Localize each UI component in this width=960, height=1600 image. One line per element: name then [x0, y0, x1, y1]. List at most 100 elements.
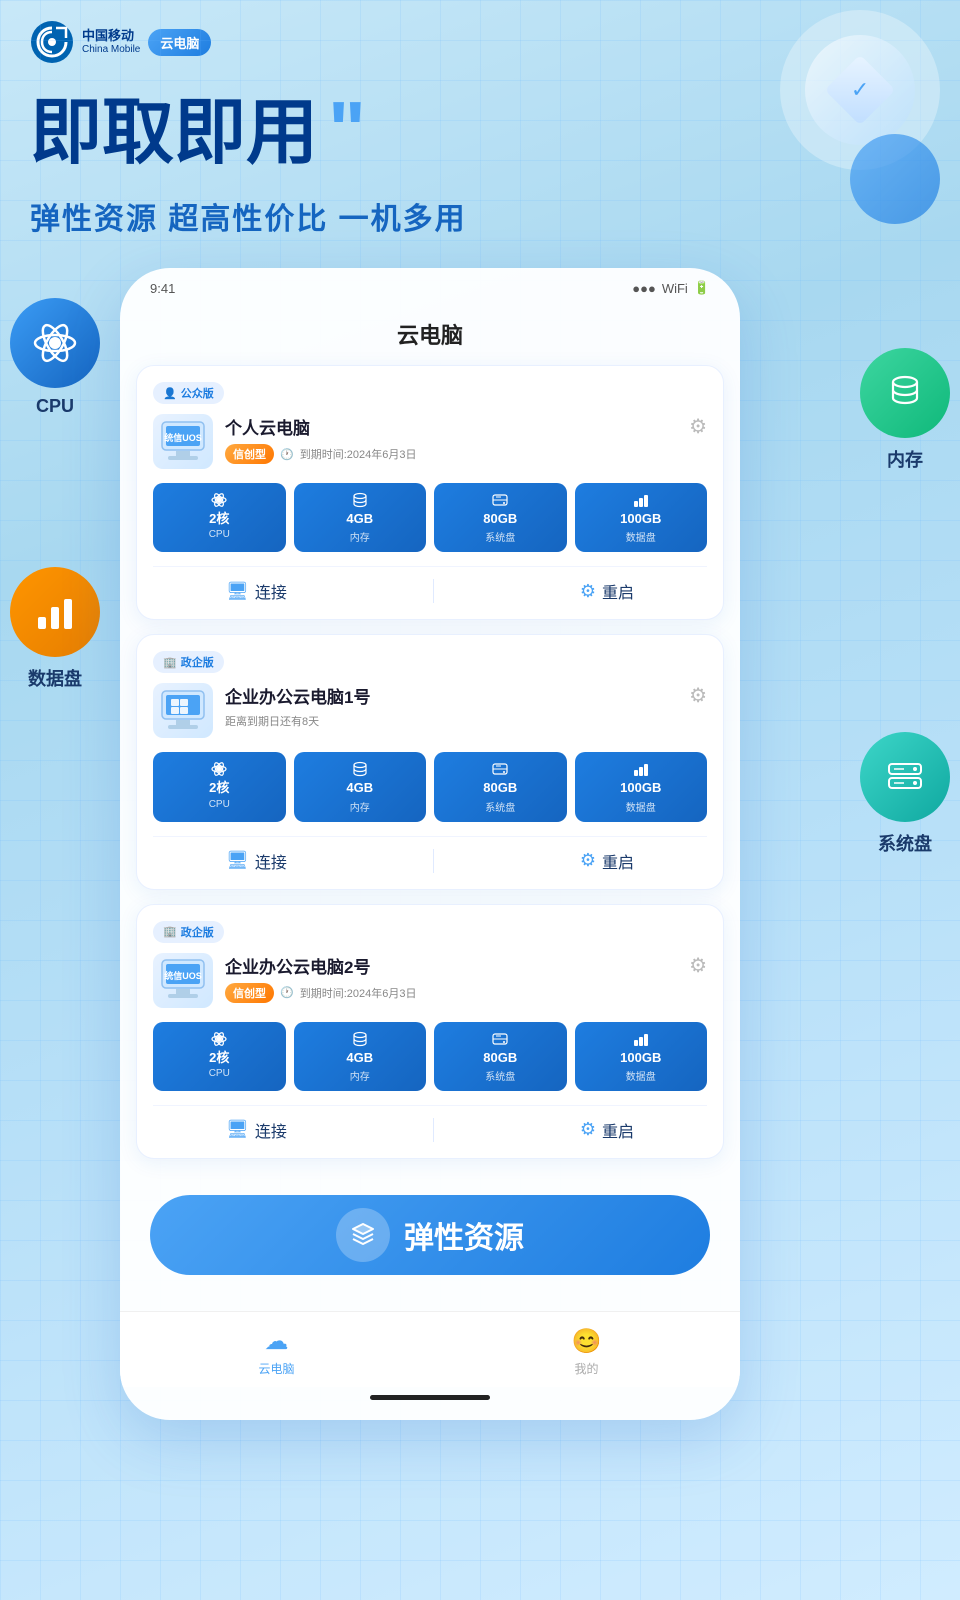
type-badge-1: 信创型	[225, 444, 274, 464]
nav-cloud-pc[interactable]: ☁ 云电脑	[259, 1327, 295, 1377]
card-badge-1: 👤 公众版	[153, 382, 224, 404]
wifi-icon: WiFi	[662, 281, 688, 296]
card-info-3: 企业办公云电脑2号 信创型 🕐 到期时间:2024年6月3日	[225, 953, 416, 1003]
expire-text-1: 到期时间:2024年6月3日	[300, 446, 417, 462]
connect-label-3: 连接	[255, 1118, 287, 1142]
float-icons-right: 内存 系统盘	[860, 348, 950, 886]
spec-sys-1: 80GB 系统盘	[434, 483, 567, 552]
spec-mem-3: 4GB 内存	[294, 1022, 427, 1091]
phone-status-bar: 9:41 ●●● WiFi 🔋	[120, 268, 740, 308]
connect-label-2: 连接	[255, 849, 287, 873]
spec-data-1: 100GB 数据盘	[575, 483, 708, 552]
memory-float-item: 内存	[860, 348, 950, 472]
action-row-1: 🖥 连接 ⚙ 重启	[153, 566, 707, 603]
pc-icon-1: 统信UOS	[153, 414, 213, 469]
specs-row-1: 2核 CPU 4GB 内存	[153, 483, 707, 552]
layers-icon	[347, 1219, 379, 1251]
type-badge-3: 信创型	[225, 983, 274, 1003]
card-meta-3: 信创型 🕐 到期时间:2024年6月3日	[225, 983, 416, 1003]
china-mobile-logo	[30, 20, 74, 64]
spec-sys-val-2: 80GB	[483, 781, 517, 795]
spec-db-icon-1	[351, 491, 369, 509]
spec-chart-icon-2	[632, 760, 650, 778]
card-meta-1: 信创型 🕐 到期时间:2024年6月3日	[225, 444, 416, 464]
brand-en: China Mobile	[82, 44, 140, 56]
cloud-nav-icon: ☁	[265, 1327, 289, 1356]
card-name-1: 个人云电脑	[225, 414, 416, 439]
sysdisk-float-item: 系统盘	[860, 732, 950, 856]
datadisk-label: 数据盘	[28, 665, 82, 691]
datadisk-icon-circle	[10, 567, 100, 657]
nav-mine[interactable]: 😊 我的	[572, 1327, 602, 1377]
header: 中国移动 China Mobile 云电脑 ✓	[0, 0, 960, 84]
connect-icon-2: 🖥	[226, 850, 249, 871]
battery-icon: 🔋	[694, 280, 710, 296]
spec-sys-lbl-1: 系统盘	[485, 529, 515, 544]
restart-btn-3[interactable]: ⚙ 重启	[580, 1118, 634, 1142]
spec-sys-lbl-3: 系统盘	[485, 1068, 515, 1083]
nav-cloud-label: 云电脑	[259, 1360, 295, 1377]
restart-btn-2[interactable]: ⚙ 重启	[580, 849, 634, 873]
connect-icon-3: 🖥	[226, 1119, 249, 1140]
sysdisk-label: 系统盘	[878, 830, 932, 856]
cpu-float-item: CPU	[10, 298, 100, 417]
chart-bar-icon	[32, 589, 78, 635]
action-row-2: 🖥 连接 ⚙ 重启	[153, 836, 707, 873]
spec-chart-icon-1	[632, 491, 650, 509]
pc-card-1: 👤 公众版 统信UOS	[136, 365, 724, 620]
card-header-1: 统信UOS 个人云电脑 信创型 🕐 到期时间:2024年6月3日	[153, 414, 707, 469]
card-name-3: 企业办公云电脑2号	[225, 953, 416, 978]
spec-cpu-2: 2核 CPU	[153, 752, 286, 821]
restart-icon-1: ⚙	[580, 581, 596, 602]
spec-mem-val-1: 4GB	[346, 512, 373, 526]
spec-sys-val-3: 80GB	[483, 1051, 517, 1065]
restart-icon-3: ⚙	[580, 1119, 596, 1140]
specs-row-2: 2核 CPU 4GB 内存	[153, 752, 707, 821]
pc-card-3: 🏢 政企版 统信UOS	[136, 904, 724, 1159]
nav-mine-label: 我的	[575, 1360, 599, 1377]
hero-title: 即取即用	[30, 94, 318, 173]
spec-data-val-1: 100GB	[620, 512, 661, 526]
main-content: CPU 数据盘 9:41 ●●● WiFi 🔋 云电脑	[0, 268, 960, 1420]
elastic-btn-text: 弹性资源	[404, 1213, 524, 1257]
spec-cpu-lbl-2: CPU	[209, 799, 230, 810]
hero-subtitle: 弹性资源 超高性价比 一机多用	[30, 194, 930, 238]
spec-atom-icon-1	[210, 491, 228, 509]
datadisk-float-item: 数据盘	[10, 567, 100, 691]
home-indicator	[370, 1395, 490, 1400]
connect-icon-1: 🖥	[226, 581, 249, 602]
card-info-1: 个人云电脑 信创型 🕐 到期时间:2024年6月3日	[225, 414, 416, 464]
spec-data-lbl-2: 数据盘	[626, 799, 656, 814]
svg-text:统信UOS: 统信UOS	[164, 432, 202, 443]
gear-icon-2[interactable]: ⚙	[689, 683, 707, 708]
memory-icon-circle	[860, 348, 950, 438]
gear-icon-3[interactable]: ⚙	[689, 953, 707, 978]
pc-card-2: 🏢 政企版	[136, 634, 724, 889]
badge-label-2: 政企版	[181, 654, 214, 670]
badge-label-3: 政企版	[181, 924, 214, 940]
action-divider-2	[433, 849, 434, 873]
expire-text-3: 到期时间:2024年6月3日	[300, 985, 417, 1001]
logo-area: 中国移动 China Mobile 云电脑	[30, 20, 211, 64]
connect-btn-1[interactable]: 🖥 连接	[226, 579, 287, 603]
restart-btn-1[interactable]: ⚙ 重启	[580, 579, 634, 603]
spec-cpu-lbl-3: CPU	[209, 1068, 230, 1079]
spec-data-3: 100GB 数据盘	[575, 1022, 708, 1091]
hdd-large-icon	[882, 754, 928, 800]
gear-icon-1[interactable]: ⚙	[689, 414, 707, 439]
connect-btn-2[interactable]: 🖥 连接	[226, 849, 287, 873]
spec-sys-lbl-2: 系统盘	[485, 799, 515, 814]
cloud-badge: 云电脑	[148, 29, 211, 56]
spec-hdd-icon-2	[491, 760, 509, 778]
cloud-cards: 👤 公众版 统信UOS	[120, 365, 740, 1159]
elastic-resources-btn[interactable]: 弹性资源	[150, 1195, 710, 1275]
phone-mockup: 9:41 ●●● WiFi 🔋 云电脑 👤 公众版	[120, 268, 740, 1420]
card-badge-2: 🏢 政企版	[153, 651, 224, 673]
restart-label-3: 重启	[602, 1118, 634, 1142]
card-badge-3: 🏢 政企版	[153, 921, 224, 943]
building-icon-3: 🏢	[163, 925, 177, 938]
hero-section: 即取即用 " 弹性资源 超高性价比 一机多用	[0, 84, 960, 238]
connect-btn-3[interactable]: 🖥 连接	[226, 1118, 287, 1142]
database-icon	[882, 370, 928, 416]
sysdisk-icon-circle	[860, 732, 950, 822]
